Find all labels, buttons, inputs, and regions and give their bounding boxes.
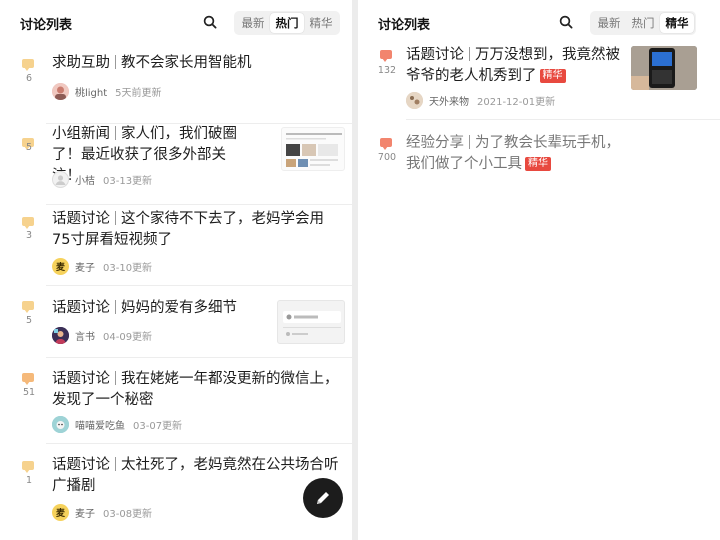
item-thumbnail[interactable] <box>631 46 697 90</box>
item-category: 话题讨论 <box>52 211 110 227</box>
update-time: 2021-12-01更新 <box>477 96 556 108</box>
reply-count: 5 <box>25 315 33 326</box>
discussion-list-panel-right: 讨论列表 最新 热门 精华 132 话题讨论 万万没想到，我竟然被爷爷的老人机秀到… <box>358 0 720 540</box>
page-title: 讨论列表 <box>378 18 431 33</box>
item-title: 话题讨论 万万没想到，我竟然被爷爷的老人机秀到了 精华 <box>406 45 628 87</box>
update-time: 03-07更新 <box>133 420 183 432</box>
list-item[interactable]: 5 话题讨论 妈妈的爱有多细节 言书 04-09更新 <box>0 286 352 358</box>
item-category: 小组新闻 <box>52 126 110 142</box>
update-time: 5天前更新 <box>115 87 162 99</box>
discussion-list-panel-left: 讨论列表 最新 热门 精华 6 求助互助 教不会家长用智能机 桃light 5天前… <box>0 0 352 540</box>
item-title: 求助互助 教不会家长用智能机 <box>52 53 322 74</box>
avatar[interactable] <box>52 326 69 344</box>
item-title: 经验分享 为了教会长辈玩手机，我们做了个小工具 精华 <box>406 133 628 175</box>
tab-featured[interactable]: 精华 <box>304 13 338 33</box>
item-title-text: 妈妈的爱有多细节 <box>121 300 237 316</box>
tab-latest[interactable]: 最新 <box>236 13 270 33</box>
update-time: 04-09更新 <box>103 331 153 343</box>
list-item[interactable]: 3 话题讨论 这个家待不下去了，老妈学会用75寸屏看短视频了 麦 麦子 03-10… <box>0 205 352 286</box>
tab-hot[interactable]: 热门 <box>626 13 660 33</box>
update-time: 03-10更新 <box>103 262 153 274</box>
item-title-text: 教不会家长用智能机 <box>121 55 252 71</box>
item-meta: 小桔 03-13更新 <box>52 170 152 188</box>
item-category: 话题讨论 <box>406 47 464 63</box>
list-header: 讨论列表 最新 热门 精华 <box>358 0 720 44</box>
sort-tabs: 最新 热门 精华 <box>234 11 340 35</box>
author-name[interactable]: 麦子 <box>75 505 95 520</box>
item-title: 话题讨论 我在姥姥一年都没更新的微信上，发现了一个秘密 <box>52 369 342 411</box>
featured-badge: 精华 <box>525 157 551 171</box>
item-category: 话题讨论 <box>52 457 110 473</box>
search-button[interactable] <box>555 11 577 33</box>
item-thumbnail[interactable] <box>277 300 345 344</box>
author-name[interactable]: 麦子 <box>75 259 95 274</box>
sort-tabs: 最新 热门 精华 <box>590 11 696 35</box>
avatar[interactable]: 麦 <box>52 257 69 275</box>
item-meta: 桃light 5天前更新 <box>52 82 162 100</box>
search-icon <box>559 15 573 29</box>
update-time: 03-13更新 <box>103 175 153 187</box>
item-category: 经验分享 <box>406 135 464 151</box>
item-category: 话题讨论 <box>52 300 110 316</box>
list-item[interactable]: 5 小组新闻家人们，我们破圈了！最近收获了很多外部关注！ 小桔 03-13更新 <box>0 124 352 205</box>
search-button[interactable] <box>199 11 221 33</box>
reply-count: 5 <box>25 142 33 153</box>
page-title: 讨论列表 <box>20 18 73 33</box>
author-name[interactable]: 喵喵爱吃鱼 <box>75 417 125 432</box>
item-thumbnail[interactable] <box>281 127 345 171</box>
featured-badge: 精华 <box>539 69 566 83</box>
list-item[interactable]: 700 经验分享 为了教会长辈玩手机，我们做了个小工具 精华 <box>358 120 720 211</box>
red-bubble-icon <box>380 50 392 62</box>
tab-latest[interactable]: 最新 <box>592 13 626 33</box>
new-post-button[interactable] <box>303 478 343 518</box>
item-category: 求助互助 <box>52 55 110 71</box>
item-title: 话题讨论 这个家待不下去了，老妈学会用75寸屏看短视频了 <box>52 209 334 251</box>
red-bubble-icon <box>380 138 392 150</box>
yellow-bubble-icon <box>22 59 34 71</box>
list-item[interactable]: 6 求助互助 教不会家长用智能机 桃light 5天前更新 <box>0 44 352 124</box>
item-meta: 麦 麦子 03-08更新 <box>52 503 152 521</box>
item-title: 话题讨论 太社死了，老妈竟然在公共场合听广播剧 <box>52 455 344 497</box>
avatar[interactable] <box>52 415 69 433</box>
yellow-bubble-icon <box>22 301 34 313</box>
item-category: 话题讨论 <box>52 371 110 387</box>
tab-featured[interactable]: 精华 <box>660 13 694 33</box>
item-meta: 喵喵爱吃鱼 03-07更新 <box>52 415 182 433</box>
reply-count: 1 <box>25 475 33 486</box>
list-item[interactable]: 1 话题讨论 太社死了，老妈竟然在公共场合听广播剧 麦 麦子 03-08更新 <box>0 444 352 540</box>
avatar[interactable]: 麦 <box>52 503 69 521</box>
pencil-icon <box>317 492 329 504</box>
item-meta: 天外来物 2021-12-01更新 <box>406 91 555 109</box>
avatar[interactable] <box>406 91 423 109</box>
list-item[interactable]: 132 话题讨论 万万没想到，我竟然被爷爷的老人机秀到了 精华 天外来物 2021-… <box>358 44 720 120</box>
author-name[interactable]: 桃light <box>75 84 107 99</box>
avatar[interactable] <box>52 170 69 188</box>
yellow-bubble-icon <box>22 461 34 473</box>
author-name[interactable]: 天外来物 <box>429 93 469 108</box>
tab-hot[interactable]: 热门 <box>270 13 304 33</box>
item-meta: 言书 04-09更新 <box>52 326 152 344</box>
reply-count: 51 <box>22 387 36 398</box>
item-title: 话题讨论 妈妈的爱有多细节 <box>52 298 272 319</box>
yellow-bubble-icon <box>22 217 34 229</box>
list-header: 讨论列表 最新 热门 精华 <box>0 0 352 44</box>
item-meta: 麦 麦子 03-10更新 <box>52 257 152 275</box>
avatar[interactable] <box>52 82 69 100</box>
search-icon <box>203 15 217 29</box>
orange-bubble-icon <box>22 373 34 385</box>
reply-count: 3 <box>25 230 33 241</box>
update-time: 03-08更新 <box>103 508 153 520</box>
reply-count: 6 <box>25 73 33 84</box>
author-name[interactable]: 言书 <box>75 328 95 343</box>
author-name[interactable]: 小桔 <box>75 172 95 187</box>
list-item[interactable]: 51 话题讨论 我在姥姥一年都没更新的微信上，发现了一个秘密 喵喵爱吃鱼 03-0… <box>0 358 352 444</box>
